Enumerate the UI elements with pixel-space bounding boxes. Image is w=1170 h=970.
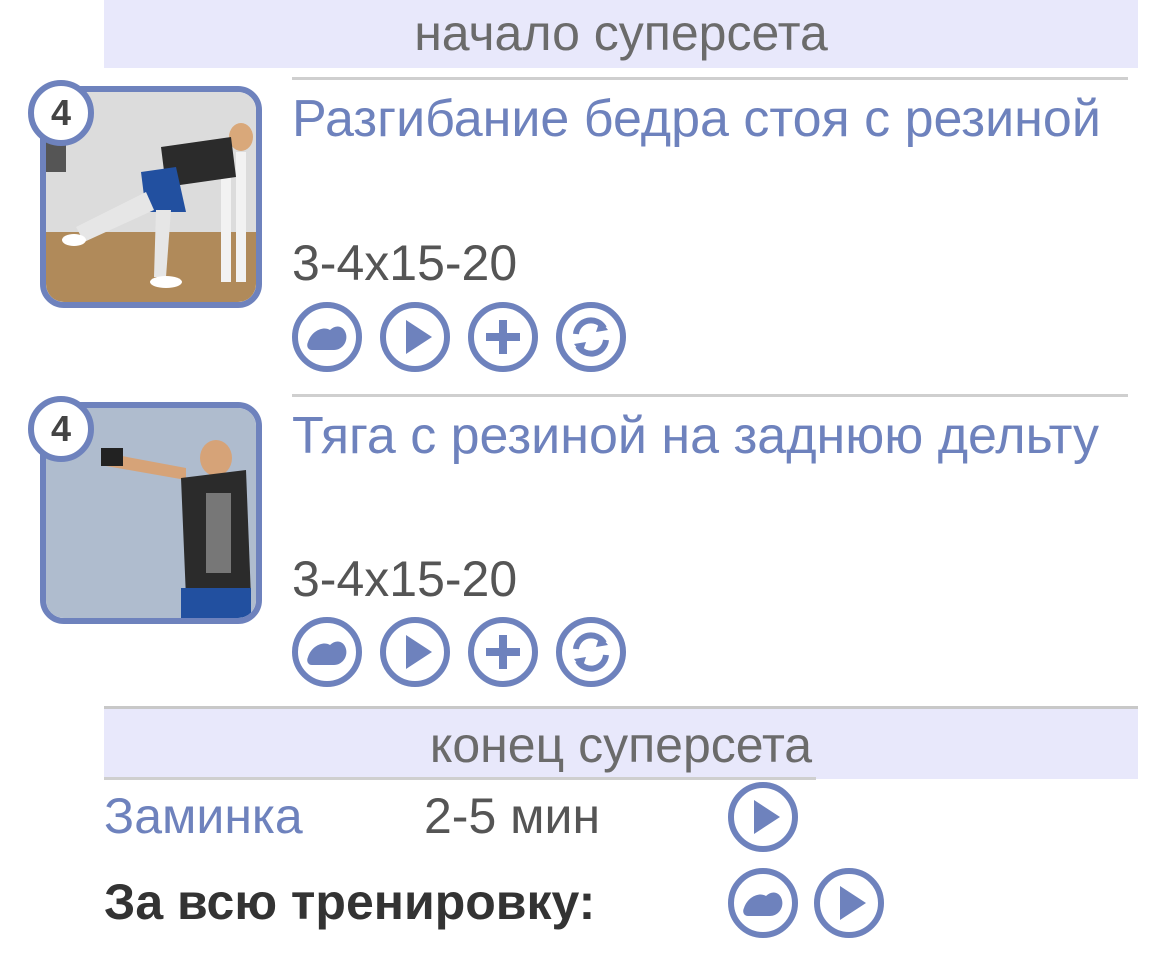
play-icon[interactable] (380, 302, 450, 372)
add-icon[interactable] (468, 302, 538, 372)
exercise-actions-1 (292, 302, 626, 374)
play-icon[interactable] (814, 868, 884, 938)
divider (292, 77, 1128, 80)
muscle-icon[interactable] (292, 302, 362, 372)
replace-icon[interactable] (556, 617, 626, 687)
exercise-actions-2 (292, 617, 626, 689)
sets-badge: 4 (28, 396, 94, 462)
add-icon[interactable] (468, 617, 538, 687)
replace-icon[interactable] (556, 302, 626, 372)
exercise-title-1[interactable]: Разгибание бедра стоя с резиной (292, 84, 1132, 154)
muscle-icon[interactable] (292, 617, 362, 687)
superset-start-band: начало суперсета (104, 0, 1138, 68)
workout-page: начало суперсета 4 Разгибание бедра стоя… (0, 0, 1170, 970)
superset-end-band: конец суперсета (104, 706, 1138, 779)
cooldown-duration: 2-5 мин (424, 788, 601, 844)
exercise-reps-1: 3-4x15-20 (292, 235, 518, 291)
cooldown-link[interactable]: Заминка (104, 786, 303, 846)
sets-badge: 4 (28, 80, 94, 146)
play-icon[interactable] (380, 617, 450, 687)
play-icon[interactable] (728, 782, 798, 852)
divider (104, 777, 816, 780)
exercise-title-2[interactable]: Тяга с резиной на заднюю дельту (292, 401, 1132, 471)
exercise-thumbnail-2[interactable]: 4 (28, 396, 262, 624)
workout-total-label: За всю тренировку: (104, 874, 596, 930)
exercise-thumbnail-1[interactable]: 4 (28, 80, 262, 308)
divider (292, 394, 1128, 397)
exercise-reps-2: 3-4x15-20 (292, 551, 518, 607)
muscle-icon[interactable] (728, 868, 798, 938)
workout-total-actions (728, 868, 884, 938)
